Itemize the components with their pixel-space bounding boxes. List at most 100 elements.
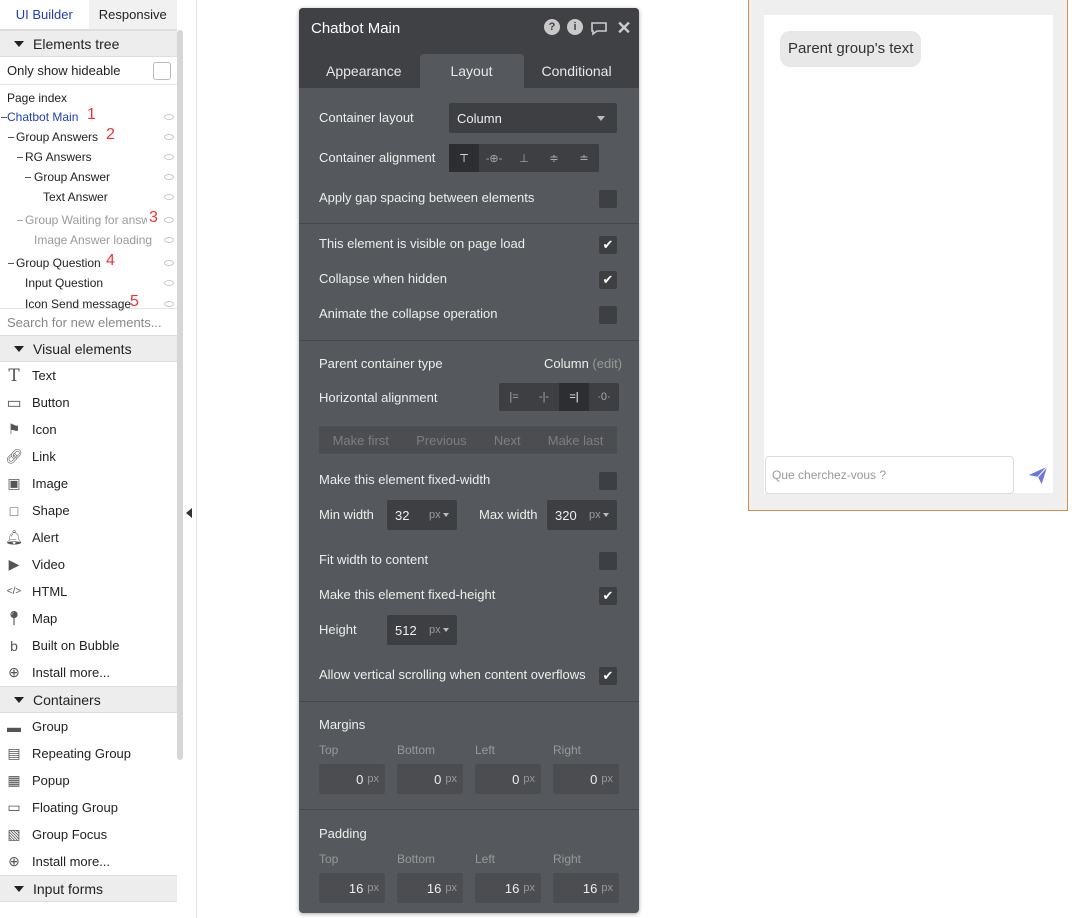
tab-layout[interactable]: Layout bbox=[419, 54, 524, 88]
tree-item-chatbot-main[interactable]: Chatbot Main bbox=[7, 110, 78, 124]
eye-icon[interactable] bbox=[164, 260, 174, 266]
eye-icon[interactable] bbox=[164, 280, 174, 286]
tab-conditional[interactable]: Conditional bbox=[524, 54, 630, 88]
tab-appearance[interactable]: Appearance bbox=[308, 54, 420, 88]
align-hspread-icon[interactable]: ·0· bbox=[589, 383, 619, 411]
align-hcenter-icon[interactable]: -|- bbox=[529, 383, 559, 411]
tree-item-page-index[interactable]: Page index bbox=[7, 91, 67, 105]
tree-item-group-answers[interactable]: Group Answers bbox=[16, 130, 98, 144]
panel-title-bar[interactable]: Chatbot Main ? i ✕ bbox=[299, 8, 639, 48]
visual-elements-header[interactable]: Visual elements bbox=[0, 335, 177, 362]
make-last-button[interactable]: Make last bbox=[548, 433, 604, 448]
visible-on-load-checkbox[interactable]: ✔ bbox=[599, 236, 617, 254]
visual-item[interactable]: ⚑ Icon bbox=[0, 416, 177, 443]
align-left-icon[interactable]: |= bbox=[499, 383, 529, 411]
help-icon[interactable]: ? bbox=[544, 19, 560, 35]
padding-left-input[interactable]: 16 px bbox=[475, 873, 541, 903]
popup-icon: ▦ bbox=[7, 772, 21, 788]
comment-icon[interactable] bbox=[590, 19, 608, 37]
max-width-input[interactable]: 320 px bbox=[547, 500, 617, 530]
tree-item-rg-answers[interactable]: RG Answers bbox=[25, 150, 92, 164]
align-top-icon[interactable]: ⊤ bbox=[449, 144, 479, 172]
container-layout-dropdown[interactable]: Column bbox=[449, 103, 617, 133]
eye-icon[interactable] bbox=[164, 237, 174, 243]
padding-top-input[interactable]: 16 px bbox=[319, 873, 385, 903]
align-bottom-icon[interactable]: ⊥ bbox=[509, 144, 539, 172]
chatbot-main-preview[interactable]: Parent group's text Que cherchez-vous ? bbox=[748, 0, 1068, 511]
fit-width-checkbox[interactable] bbox=[599, 552, 617, 570]
fixed-width-checkbox[interactable] bbox=[599, 472, 617, 490]
gap-spacing-checkbox[interactable] bbox=[599, 190, 617, 208]
min-width-input[interactable]: 32 px bbox=[387, 500, 457, 530]
eye-icon[interactable] bbox=[164, 217, 174, 223]
send-icon[interactable] bbox=[1027, 464, 1049, 486]
visual-item[interactable]: ▶ Video bbox=[0, 551, 177, 578]
eye-icon[interactable] bbox=[164, 301, 174, 307]
align-center-icon[interactable]: -⊕- bbox=[479, 144, 509, 172]
margin-top-input[interactable]: 0 px bbox=[319, 764, 385, 794]
container-item[interactable]: ▭ Floating Group bbox=[0, 794, 177, 821]
tab-ui-builder[interactable]: UI Builder bbox=[0, 0, 89, 29]
height-input[interactable]: 512 px bbox=[387, 615, 457, 645]
padding-bottom-input[interactable]: 16 px bbox=[397, 873, 463, 903]
only-show-hideable-checkbox[interactable] bbox=[153, 61, 171, 80]
eye-icon[interactable] bbox=[164, 194, 174, 200]
search-elements-input[interactable]: Search for new elements... bbox=[0, 308, 177, 335]
margin-right-input[interactable]: 0 px bbox=[553, 764, 619, 794]
tree-item-input-question[interactable]: Input Question bbox=[25, 276, 103, 290]
eye-icon[interactable] bbox=[164, 134, 174, 140]
next-button[interactable]: Next bbox=[494, 433, 521, 448]
visual-item[interactable]: □ Shape bbox=[0, 497, 177, 524]
collapse-hidden-checkbox[interactable]: ✔ bbox=[599, 271, 617, 289]
tree-item-group-answer[interactable]: Group Answer bbox=[34, 170, 110, 184]
max-width-unit[interactable]: px bbox=[589, 509, 601, 521]
tree-item-text-answer[interactable]: Text Answer bbox=[43, 190, 108, 204]
container-item[interactable]: ▤ Repeating Group bbox=[0, 740, 177, 767]
visual-item[interactable]: 🔔︎ Alert bbox=[0, 524, 177, 551]
parent-type-edit-link[interactable]: (edit) bbox=[592, 356, 622, 371]
visual-item[interactable]: ▣ Image bbox=[0, 470, 177, 497]
group-answers-preview[interactable]: Parent group's text bbox=[764, 15, 1053, 493]
fixed-height-checkbox[interactable]: ✔ bbox=[599, 587, 617, 605]
tree-item-group-question[interactable]: Group Question bbox=[16, 256, 101, 270]
make-first-button[interactable]: Make first bbox=[333, 433, 389, 448]
animate-collapse-checkbox[interactable] bbox=[599, 306, 617, 324]
eye-icon[interactable] bbox=[164, 154, 174, 160]
tree-item-icon-send-message[interactable]: Icon Send message bbox=[25, 297, 131, 311]
collapse-sidebar-icon[interactable] bbox=[186, 508, 192, 518]
container-item[interactable]: ▧ Group Focus bbox=[0, 821, 177, 848]
chat-bubble[interactable]: Parent group's text bbox=[780, 31, 922, 67]
close-icon[interactable]: ✕ bbox=[615, 18, 633, 38]
visual-item[interactable]: 📍︎ Map bbox=[0, 605, 177, 632]
info-icon[interactable]: i bbox=[567, 19, 583, 35]
visual-item[interactable]: ▭ Button bbox=[0, 389, 177, 416]
tree-item-group-waiting[interactable]: Group Waiting for answ bbox=[25, 213, 147, 227]
align-spread-icon[interactable]: ≑ bbox=[539, 144, 569, 172]
eye-icon[interactable] bbox=[164, 174, 174, 180]
eye-icon[interactable] bbox=[164, 114, 174, 120]
min-width-unit[interactable]: px bbox=[429, 509, 441, 521]
padding-right-input[interactable]: 16 px bbox=[553, 873, 619, 903]
elements-tree-header[interactable]: Elements tree bbox=[0, 30, 177, 57]
tab-responsive[interactable]: Responsive bbox=[88, 0, 177, 29]
vertical-scroll-checkbox[interactable]: ✔ bbox=[599, 667, 617, 685]
margin-left-input[interactable]: 0 px bbox=[475, 764, 541, 794]
visual-item[interactable]: T Text bbox=[0, 362, 177, 389]
visual-item[interactable]: b Built on Bubble bbox=[0, 632, 177, 659]
visual-item[interactable]: </> HTML bbox=[0, 578, 177, 605]
height-unit[interactable]: px bbox=[429, 624, 441, 636]
visual-item[interactable]: 🔗︎ Link bbox=[0, 443, 177, 470]
align-distribute-icon[interactable]: ≐ bbox=[569, 144, 599, 172]
text-T-icon: T bbox=[8, 365, 20, 386]
visual-item[interactable]: ⊕ Install more... bbox=[0, 659, 177, 686]
container-item[interactable]: ▬ Group bbox=[0, 713, 177, 740]
input-forms-header[interactable]: Input forms bbox=[0, 875, 177, 902]
container-item[interactable]: ▦ Popup bbox=[0, 767, 177, 794]
previous-button[interactable]: Previous bbox=[416, 433, 467, 448]
containers-header[interactable]: Containers bbox=[0, 686, 177, 713]
align-right-icon[interactable]: =| bbox=[559, 383, 589, 411]
tree-item-image-answer-loading[interactable]: Image Answer loading bbox=[34, 233, 152, 247]
container-item[interactable]: ⊕ Install more... bbox=[0, 848, 177, 875]
margin-bottom-input[interactable]: 0 px bbox=[397, 764, 463, 794]
question-input[interactable]: Que cherchez-vous ? bbox=[765, 456, 1014, 494]
